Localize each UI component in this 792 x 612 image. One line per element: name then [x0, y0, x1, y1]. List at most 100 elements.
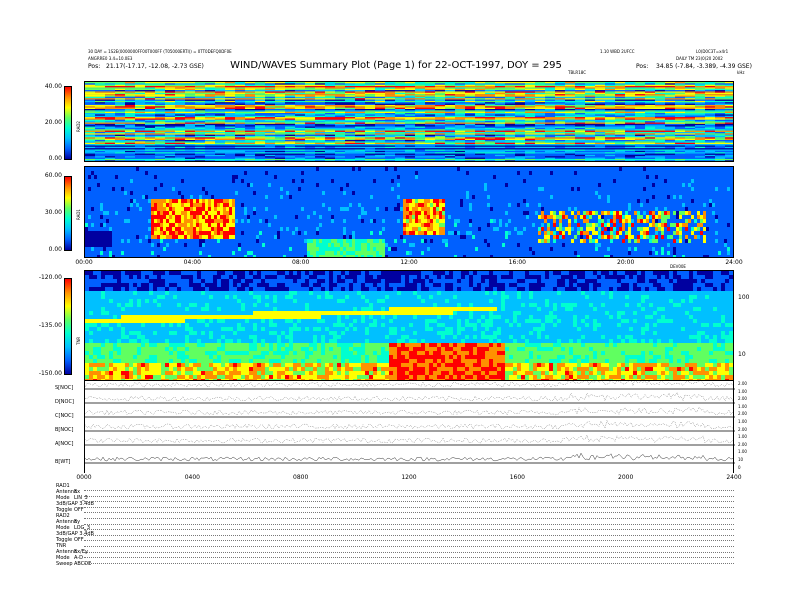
rad2-cell	[225, 150, 235, 153]
rad1-cell	[154, 243, 157, 247]
rad1-cell	[121, 187, 124, 191]
rad2-cell	[295, 104, 305, 107]
rad2-cell	[175, 102, 185, 104]
rad2-cell	[665, 109, 675, 111]
rad2-cell	[155, 145, 165, 147]
rad2-cell	[645, 114, 655, 116]
rad2-cell	[455, 103, 465, 105]
rad2-cell	[695, 111, 705, 114]
rad2-cell	[715, 158, 725, 161]
rad2-cell	[715, 146, 725, 149]
rad1-cell	[100, 175, 103, 179]
unit-label: kHz	[737, 70, 745, 75]
rad1-cell	[142, 227, 145, 231]
rad2-cell	[655, 142, 665, 145]
rad2-cell	[205, 126, 215, 128]
rad1-cell	[100, 251, 103, 255]
rad2-cell	[105, 110, 115, 112]
rad2-cell	[395, 137, 405, 139]
rad2-cell	[165, 148, 175, 150]
rad2-cell	[705, 86, 715, 88]
rad1-cell	[100, 231, 103, 235]
rad2-cell	[265, 90, 275, 92]
rad2-cell	[585, 152, 595, 154]
rad2-cell	[535, 141, 545, 143]
rad2-cell	[395, 142, 405, 145]
rad2-cell	[465, 86, 475, 88]
rad2-cell	[655, 109, 665, 111]
rad2-cell	[595, 126, 605, 128]
rad1-cell	[220, 223, 223, 227]
rad1-cell	[142, 243, 145, 247]
rad2-cell	[105, 88, 115, 91]
rad2-cell	[655, 115, 665, 118]
rad2-cell	[655, 123, 665, 126]
rad2-cell	[505, 160, 515, 161]
rad2-cell	[555, 136, 565, 138]
rad2-cell	[85, 96, 95, 99]
rad2-cell	[505, 86, 515, 88]
rad1-cell	[85, 223, 88, 227]
rad1-cell	[163, 203, 166, 207]
rad2-cell	[265, 138, 275, 141]
rad2-cell	[135, 142, 145, 145]
rad1-cell	[127, 255, 130, 257]
rad1-cell	[112, 179, 115, 183]
rad2-cell	[175, 104, 185, 107]
rad2-cell	[595, 122, 605, 124]
rad1-cell	[181, 207, 184, 211]
rad2-cell	[425, 83, 435, 85]
rad2-cell	[355, 121, 365, 123]
rad1-cell	[103, 219, 106, 223]
rad2-cell	[655, 133, 665, 135]
rad2-cell	[685, 110, 695, 112]
rad2-cell	[715, 142, 725, 145]
rad2-cell	[85, 104, 95, 107]
rad1-cell	[223, 167, 226, 171]
rad1-cell	[106, 183, 109, 187]
rad2-cell	[265, 136, 275, 138]
rad2-cell	[215, 157, 225, 159]
rad2-cell	[415, 149, 425, 151]
rad2-cell	[195, 104, 205, 107]
rad2-cell	[415, 131, 425, 134]
rad2-cell	[155, 137, 165, 139]
rad2-cell	[335, 146, 345, 149]
rad2-cell	[575, 127, 585, 130]
rad1-cell	[88, 187, 91, 191]
rad2-cell	[105, 127, 115, 130]
rad2-cell	[335, 153, 345, 155]
rad2-cell	[115, 125, 125, 127]
rad2-cell	[675, 92, 685, 95]
rad2-cell	[665, 118, 675, 120]
rad2-cell	[245, 99, 255, 101]
rad2-cell	[535, 94, 545, 96]
rad1-cell	[202, 167, 205, 171]
rad1-cell	[133, 167, 136, 171]
rad2-cell	[185, 144, 195, 146]
rad1-cell	[169, 191, 172, 195]
rad2-cell	[375, 111, 385, 114]
rad2-cell	[325, 110, 335, 112]
rad2-cell	[575, 158, 585, 161]
rad2-cell	[645, 150, 655, 153]
rad1-cell	[145, 191, 148, 195]
rad1-cell	[157, 239, 160, 243]
rad2-cell	[655, 88, 665, 91]
rad2-cell	[165, 87, 175, 89]
rad2-cell	[605, 127, 615, 130]
rad2-cell	[555, 84, 565, 87]
rad1-cell	[178, 251, 181, 255]
rad1-cell	[220, 179, 223, 183]
rad2-cell	[705, 103, 715, 105]
rad2-cell	[535, 154, 545, 157]
rad2-cell	[135, 104, 145, 107]
rad2-cell	[255, 109, 265, 111]
rad2-cell	[445, 129, 455, 131]
rad2-cell	[445, 91, 455, 93]
rad2-cell	[425, 110, 435, 112]
rad1-cell	[118, 203, 121, 207]
rad2-cell	[665, 83, 675, 85]
rad2-cell	[655, 141, 665, 143]
rad2-cell	[205, 109, 215, 111]
